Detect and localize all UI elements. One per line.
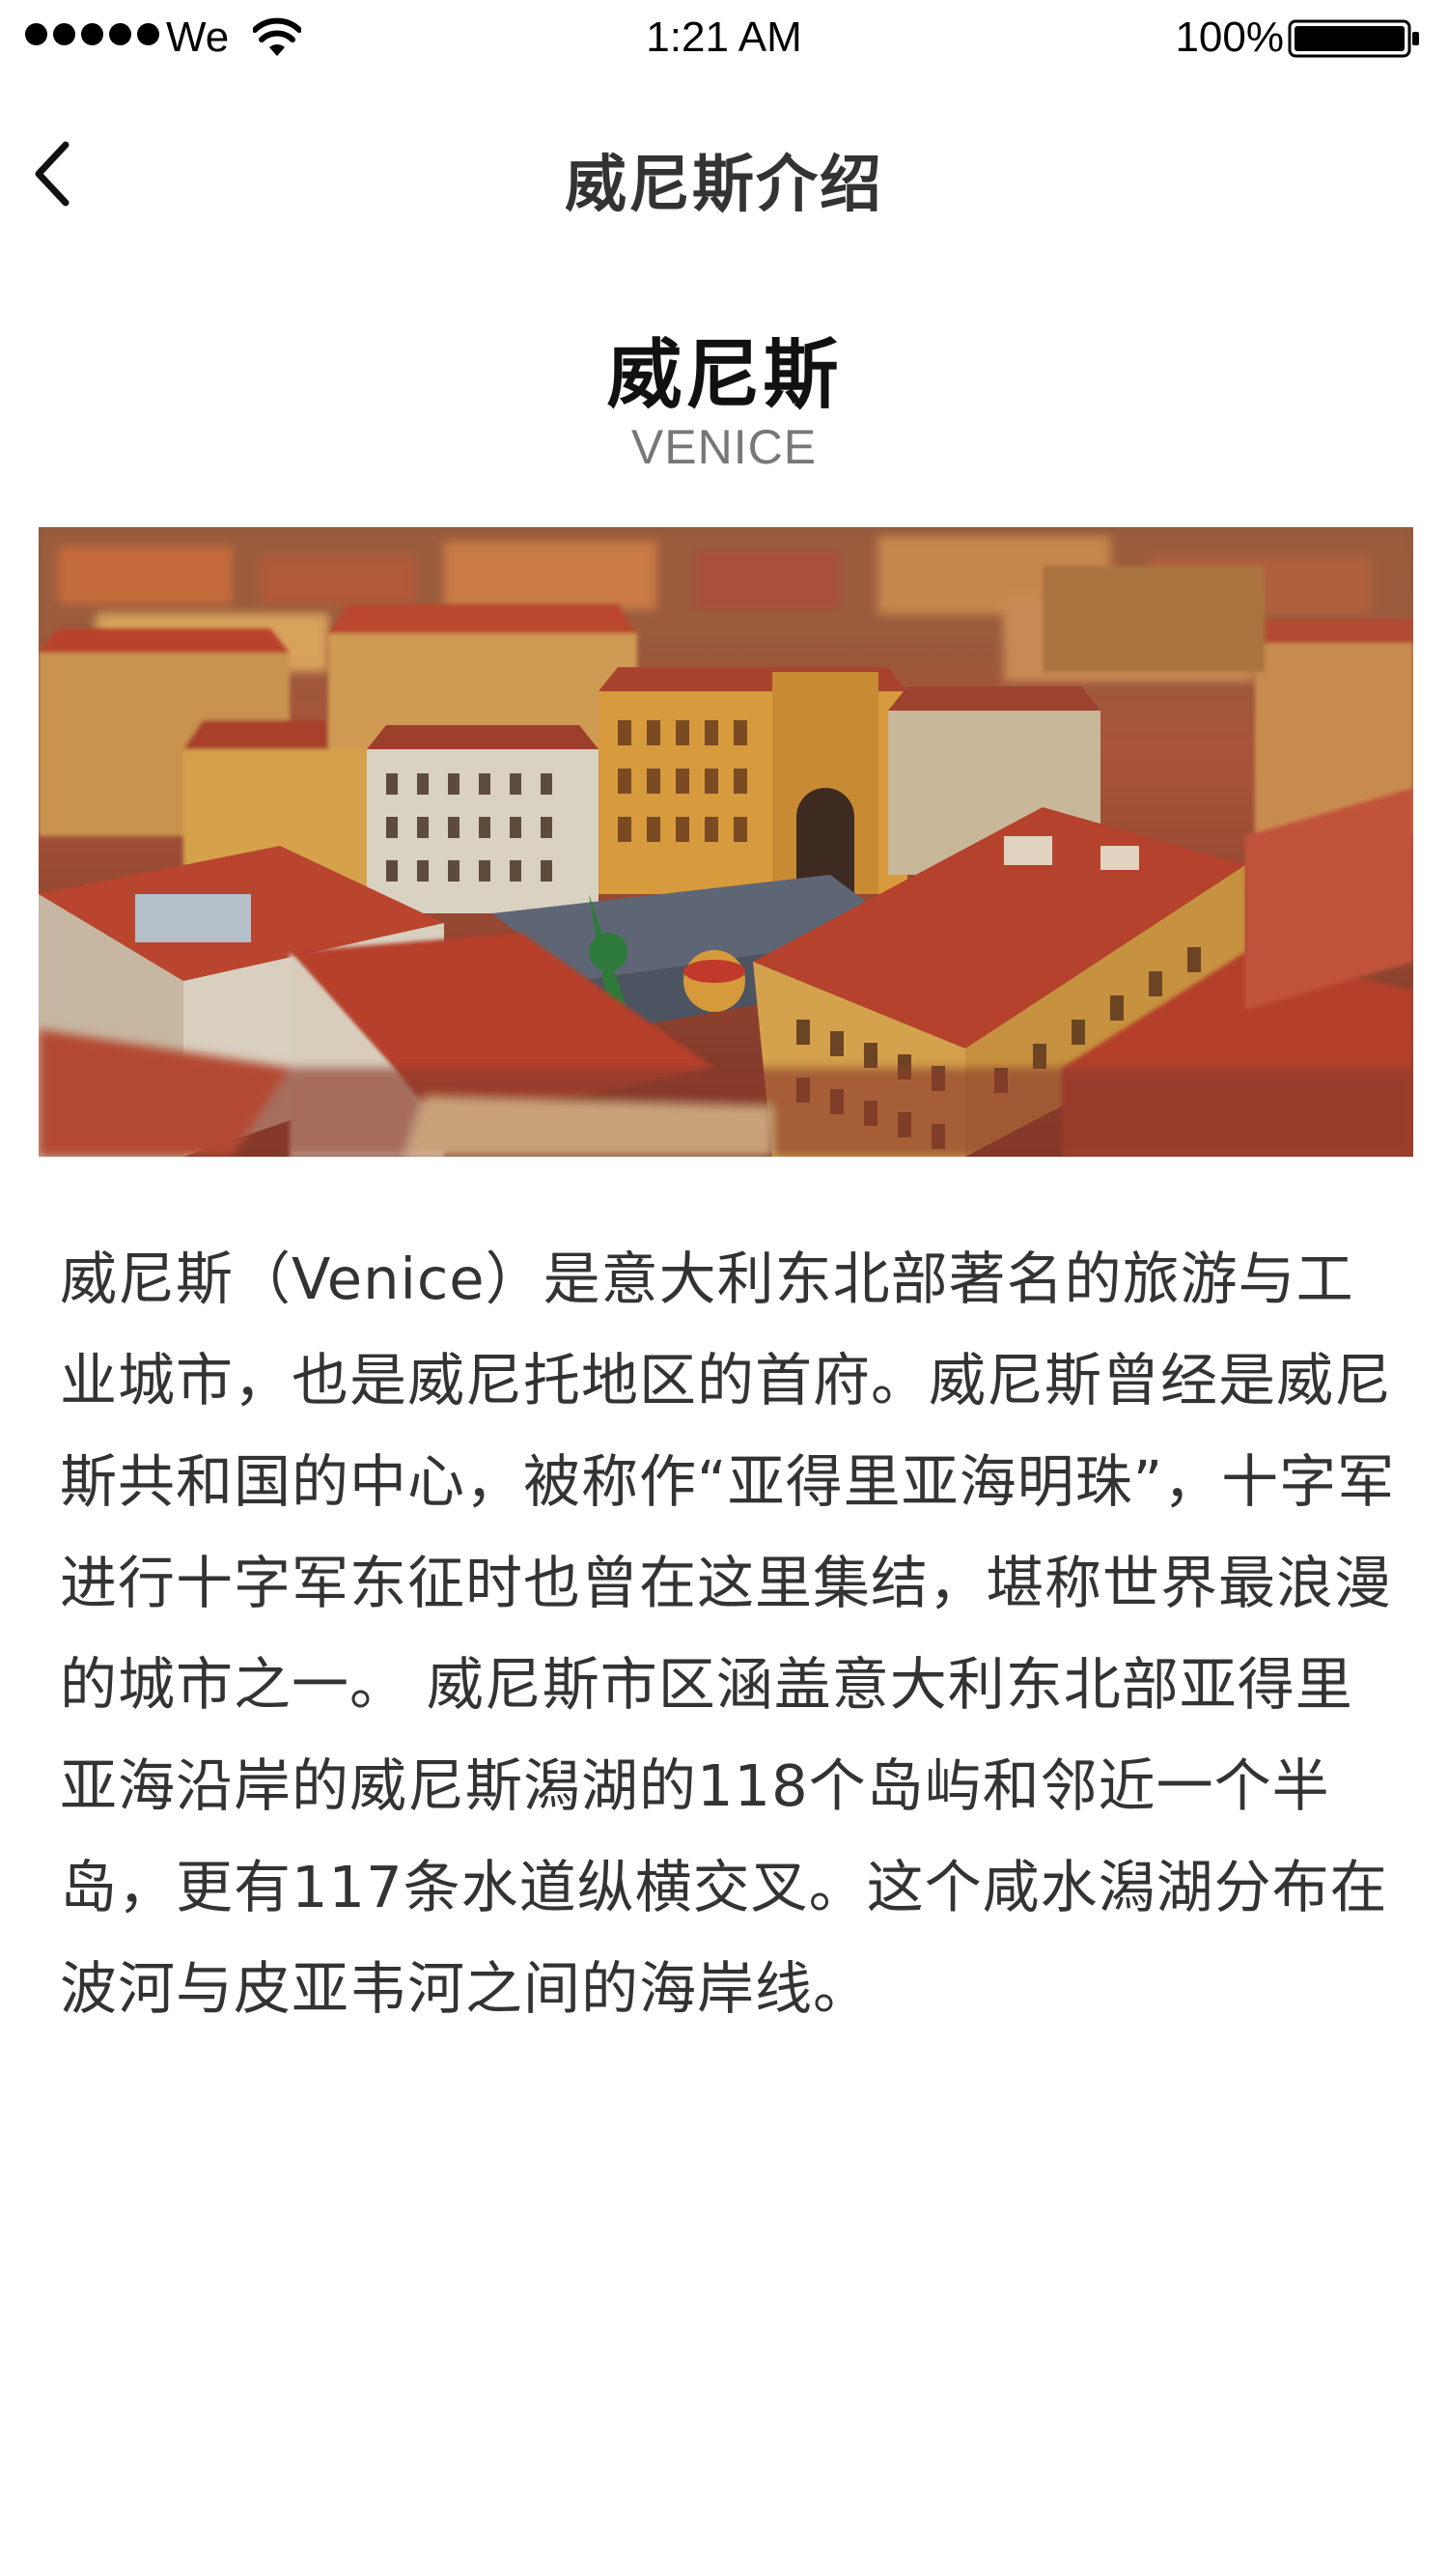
battery-percentage: 100% (1175, 14, 1284, 61)
page-title: 威尼斯 (606, 332, 842, 419)
navigation-bar: 威尼斯介绍 (0, 97, 1448, 251)
page-subtitle: VENICE (630, 420, 818, 474)
status-bar: We 1:21 AM 100% (0, 0, 1448, 77)
hero-image (39, 527, 1413, 1157)
nav-title: 威尼斯介绍 (565, 150, 883, 221)
battery-icon (1288, 19, 1419, 58)
description-text: 威尼斯（Venice）是意大利东北部著名的旅游与工业城市，也是威尼托地区的首府。… (60, 1246, 1396, 2022)
